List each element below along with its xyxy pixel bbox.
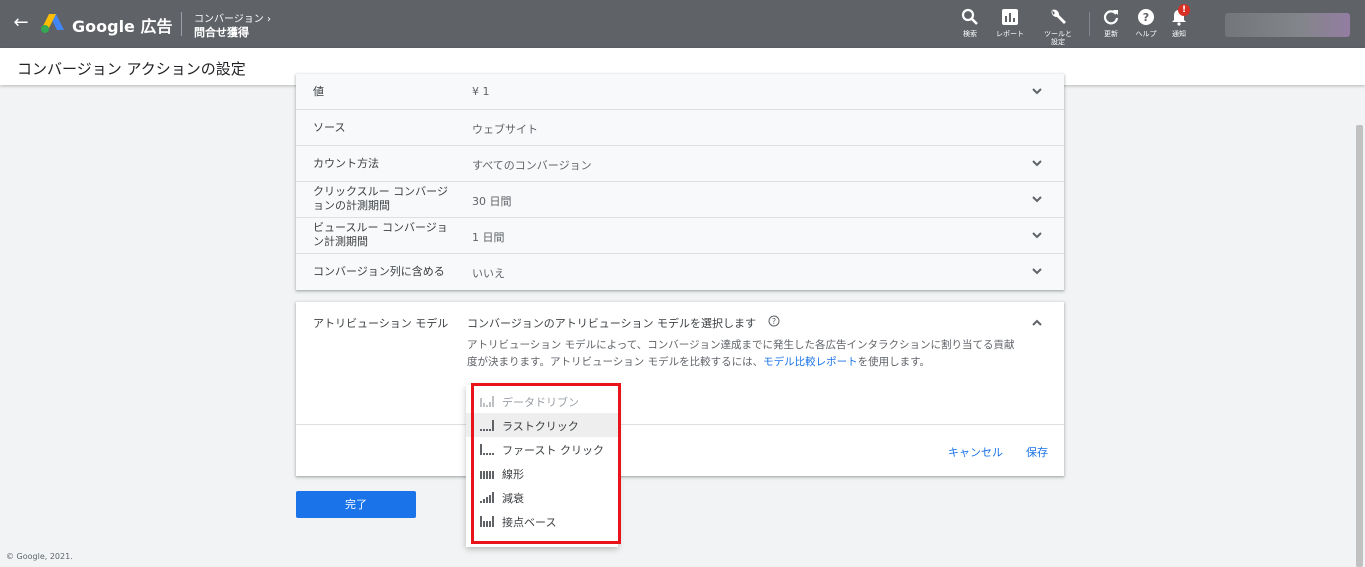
save-button[interactable]: 保存 [1026, 444, 1048, 460]
vertical-scrollbar[interactable] [1356, 125, 1363, 567]
chevron-down-icon [1032, 88, 1042, 95]
tools-divider [1089, 12, 1090, 36]
model-comparison-report-link[interactable]: モデル比較レポート [763, 356, 858, 368]
card-divider [296, 424, 1064, 425]
chevron-down-icon [1032, 160, 1042, 167]
tools-settings-tool[interactable]: ツールと設定 [1038, 8, 1078, 46]
annotation-highlight-box [471, 383, 621, 544]
refresh-icon [1103, 10, 1119, 25]
report-tool[interactable]: レポート [990, 8, 1030, 38]
copyright-text: © Google, 2021. [6, 552, 73, 561]
attribution-description: アトリビューション モデルによって、コンバージョン達成までに発生した各広告インタ… [467, 339, 1015, 368]
notification-badge: ! [1178, 4, 1190, 16]
done-button[interactable]: 完了 [296, 491, 416, 518]
attribution-label: アトリビューション モデル [313, 317, 449, 330]
breadcrumb-current: 問合せ獲得 [194, 26, 249, 39]
search-icon [961, 8, 978, 25]
setting-row-value[interactable]: 値 ¥ 1 [296, 74, 1064, 110]
chevron-down-icon [1032, 196, 1042, 203]
attribution-card: アトリビューション モデル コンバージョンのアトリビューション モデルを選択しま… [296, 302, 1064, 476]
setting-row-count[interactable]: カウント方法 すべてのコンバージョン [296, 146, 1064, 182]
setting-row-include[interactable]: コンバージョン列に含める いいえ [296, 254, 1064, 290]
setting-row-view-window[interactable]: ビュースルー コンバージョン計測期間 1 日間 [296, 218, 1064, 254]
brand-name: Google 広告 [72, 17, 173, 36]
wrench-icon [1051, 9, 1066, 24]
refresh-tool[interactable]: 更新 [1099, 8, 1123, 38]
topbar-divider [181, 12, 182, 36]
attribution-question: コンバージョンのアトリビューション モデルを選択します [467, 317, 757, 330]
account-menu[interactable] [1225, 13, 1350, 37]
back-arrow-icon[interactable]: ← [10, 12, 32, 34]
help-circle-icon[interactable]: ? [768, 315, 780, 327]
help-icon: ? [1138, 9, 1154, 25]
search-tool[interactable]: 検索 [958, 8, 982, 38]
settings-card: 値 ¥ 1 ソース ウェブサイト カウント方法 すべてのコンバージョン クリック… [296, 74, 1064, 290]
chevron-down-icon [1032, 268, 1042, 275]
google-ads-logo [41, 14, 64, 33]
notification-tool[interactable]: 通知 ! [1167, 4, 1191, 38]
svg-text:?: ? [772, 317, 776, 326]
svg-text:?: ? [1143, 11, 1149, 24]
cancel-button[interactable]: キャンセル [948, 444, 1003, 460]
report-icon [1002, 9, 1018, 25]
top-bar: ← Google 広告 コンバージョン › 問合せ獲得 検索 レポート ツールと… [0, 0, 1365, 48]
chevron-down-icon [1032, 232, 1042, 239]
setting-row-click-window[interactable]: クリックスルー コンバージョンの計測期間 30 日間 [296, 182, 1064, 218]
chevron-up-icon[interactable] [1030, 316, 1044, 330]
setting-row-source: ソース ウェブサイト [296, 110, 1064, 146]
help-tool[interactable]: ? ヘルプ [1131, 8, 1161, 38]
breadcrumb-parent[interactable]: コンバージョン › [194, 10, 271, 25]
page-title: コンバージョン アクションの設定 [17, 60, 246, 78]
